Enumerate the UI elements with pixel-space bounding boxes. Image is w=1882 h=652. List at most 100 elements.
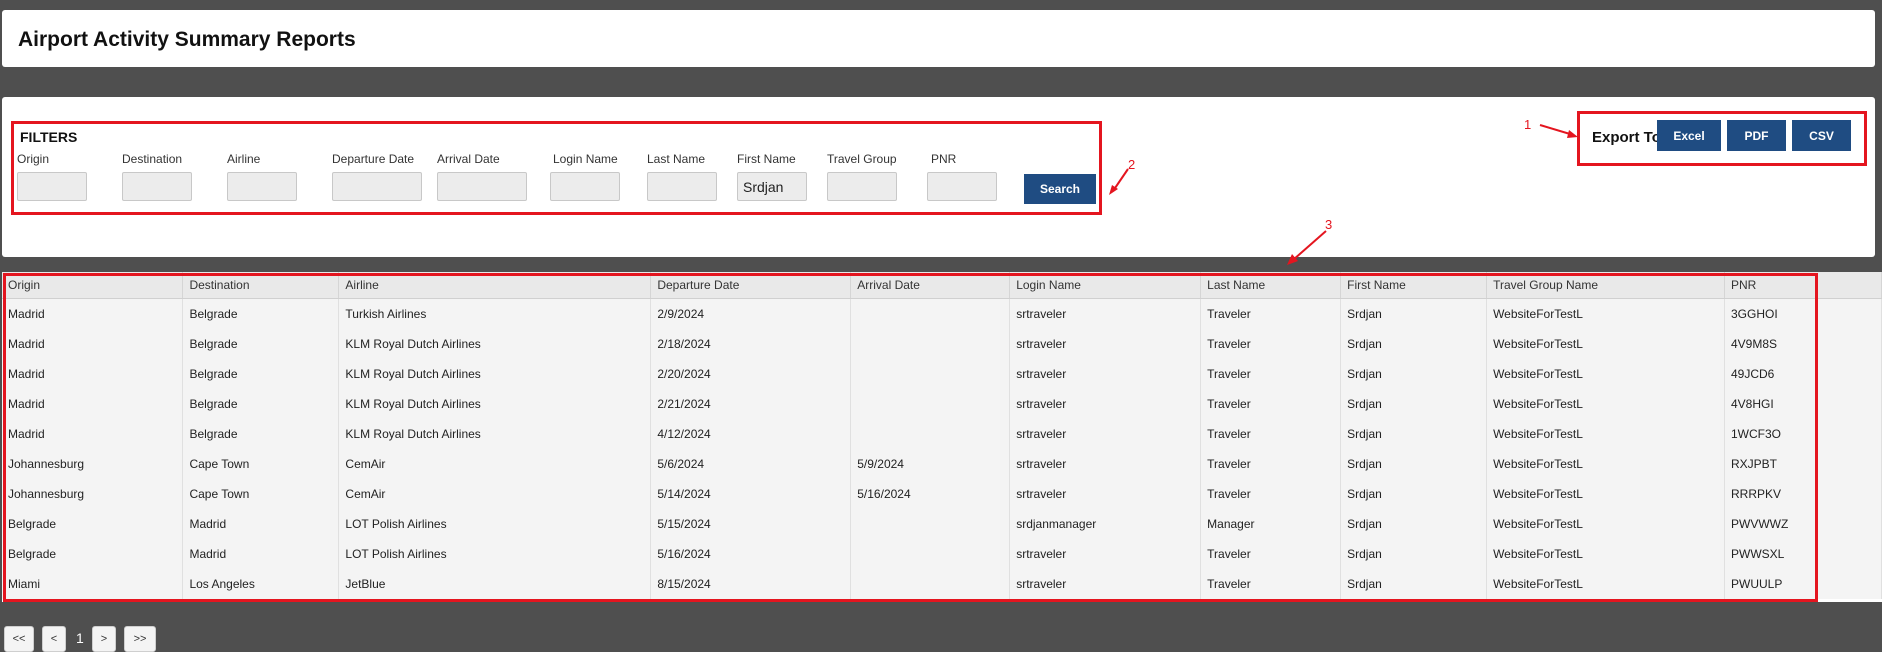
airline-input[interactable] — [227, 172, 297, 201]
cell-origin: Johannesburg — [2, 479, 184, 509]
cell-travel-group-name: WebsiteForTestL — [1486, 329, 1725, 359]
first-name-input[interactable] — [737, 172, 807, 201]
column-header-destination[interactable]: Destination — [182, 272, 340, 299]
cell-destination: Los Angeles — [182, 569, 340, 599]
cell-destination: Madrid — [182, 539, 340, 569]
cell-last-name: Traveler — [1200, 479, 1342, 509]
cell-pnr: PWVWWZ — [1724, 509, 1882, 539]
annotation-arrow-icon — [1539, 124, 1578, 138]
cell-login-name: srtraveler — [1009, 539, 1202, 569]
cell-arrival-date: 5/9/2024 — [850, 449, 1011, 479]
cell-last-name: Traveler — [1200, 389, 1342, 419]
column-header-pnr[interactable]: PNR — [1724, 272, 1882, 299]
last-name-input[interactable] — [647, 172, 717, 201]
table-row: Madrid Belgrade KLM Royal Dutch Airlines 2/… — [2, 329, 1882, 359]
export-excel-button[interactable]: Excel — [1657, 120, 1721, 151]
cell-arrival-date — [850, 419, 1011, 449]
cell-first-name: Srdjan — [1340, 419, 1488, 449]
filter-departure-date: Departure Date — [332, 152, 422, 201]
cell-origin: Johannesburg — [2, 449, 184, 479]
page-title: Airport Activity Summary Reports — [18, 28, 356, 51]
export-label: Export To — [1592, 129, 1661, 146]
cell-airline: KLM Royal Dutch Airlines — [338, 329, 652, 359]
cell-last-name: Manager — [1200, 509, 1342, 539]
filter-label: Departure Date — [332, 152, 415, 166]
column-header-departure-date[interactable]: Departure Date — [650, 272, 852, 299]
cell-airline: CemAir — [338, 449, 652, 479]
cell-arrival-date — [850, 569, 1011, 599]
origin-input[interactable] — [17, 172, 87, 201]
destination-input[interactable] — [122, 172, 192, 201]
cell-arrival-date — [850, 389, 1011, 419]
export-csv-button[interactable]: CSV — [1792, 120, 1851, 151]
cell-origin: Madrid — [2, 389, 184, 419]
cell-arrival-date — [850, 298, 1011, 329]
cell-departure-date: 2/20/2024 — [650, 359, 852, 389]
cell-arrival-date — [850, 539, 1011, 569]
cell-login-name: srtraveler — [1009, 419, 1202, 449]
cell-pnr: 1WCF3O — [1724, 419, 1882, 449]
annotation-arrow-icon — [1109, 168, 1129, 195]
cell-destination: Belgrade — [182, 329, 340, 359]
last-page-button[interactable]: >> — [124, 626, 156, 652]
cell-travel-group-name: WebsiteForTestL — [1486, 509, 1725, 539]
login-name-input[interactable] — [550, 172, 620, 201]
column-header-origin[interactable]: Origin — [2, 272, 184, 299]
cell-travel-group-name: WebsiteForTestL — [1486, 569, 1725, 599]
filter-panel: FILTERS Origin Destination Airline Depar… — [2, 97, 1875, 257]
filters-heading: FILTERS — [20, 129, 78, 145]
annotation-label: 1 — [1524, 117, 1532, 132]
cell-travel-group-name: WebsiteForTestL — [1486, 298, 1725, 329]
cell-travel-group-name: WebsiteForTestL — [1486, 539, 1725, 569]
column-header-first-name[interactable]: First Name — [1340, 272, 1488, 299]
table-row: Madrid Belgrade KLM Royal Dutch Airlines 2/… — [2, 389, 1882, 419]
filter-label: Travel Group — [827, 152, 897, 166]
cell-departure-date: 2/18/2024 — [650, 329, 852, 359]
report-table-container: Origin Destination Airline Departure Dat… — [2, 272, 1882, 602]
table-row: Johannesburg Cape Town CemAir 5/6/2024 5/9/2… — [2, 449, 1882, 479]
filter-label: Login Name — [553, 152, 618, 166]
cell-airline: KLM Royal Dutch Airlines — [338, 419, 652, 449]
filter-login-name: Login Name — [550, 152, 620, 201]
cell-first-name: Srdjan — [1340, 359, 1488, 389]
filter-travel-group: Travel Group — [827, 152, 897, 201]
filters-box: FILTERS Origin Destination Airline Depar… — [11, 121, 1102, 215]
pnr-input[interactable] — [927, 172, 997, 201]
column-header-airline[interactable]: Airline — [338, 272, 652, 299]
filter-label: First Name — [737, 152, 796, 166]
prev-page-button[interactable]: < — [42, 626, 66, 652]
cell-departure-date: 5/16/2024 — [650, 539, 852, 569]
cell-destination: Cape Town — [182, 449, 340, 479]
next-page-button[interactable]: > — [92, 626, 116, 652]
column-header-login-name[interactable]: Login Name — [1009, 272, 1202, 299]
cell-pnr: RXJPBT — [1724, 449, 1882, 479]
departure-date-input[interactable] — [332, 172, 422, 201]
cell-first-name: Srdjan — [1340, 389, 1488, 419]
first-page-button[interactable]: << — [4, 626, 34, 652]
cell-pnr: PWUULP — [1724, 569, 1882, 599]
column-header-travel-group-name[interactable]: Travel Group Name — [1486, 272, 1725, 299]
cell-origin: Madrid — [2, 329, 184, 359]
cell-last-name: Traveler — [1200, 419, 1342, 449]
arrival-date-input[interactable] — [437, 172, 527, 201]
cell-last-name: Traveler — [1200, 359, 1342, 389]
cell-last-name: Traveler — [1200, 569, 1342, 599]
cell-airline: Turkish Airlines — [338, 298, 652, 329]
table-row: Madrid Belgrade KLM Royal Dutch Airlines 2/… — [2, 359, 1882, 389]
table-body: Madrid Belgrade Turkish Airlines 2/9/2024 sr… — [2, 298, 1882, 599]
cell-airline: LOT Polish Airlines — [338, 509, 652, 539]
filter-first-name: First Name — [737, 152, 807, 201]
cell-login-name: srtraveler — [1009, 329, 1202, 359]
cell-departure-date: 5/14/2024 — [650, 479, 852, 509]
search-button[interactable]: Search — [1024, 174, 1096, 204]
cell-departure-date: 5/15/2024 — [650, 509, 852, 539]
export-pdf-button[interactable]: PDF — [1727, 120, 1786, 151]
travel-group-input[interactable] — [827, 172, 897, 201]
cell-first-name: Srdjan — [1340, 479, 1488, 509]
column-header-arrival-date[interactable]: Arrival Date — [850, 272, 1011, 299]
annotation-arrow-icon — [1287, 230, 1327, 265]
table-row: Belgrade Madrid LOT Polish Airlines 5/16/20… — [2, 539, 1882, 569]
cell-login-name: srtraveler — [1009, 449, 1202, 479]
column-header-last-name[interactable]: Last Name — [1200, 272, 1342, 299]
cell-travel-group-name: WebsiteForTestL — [1486, 479, 1725, 509]
